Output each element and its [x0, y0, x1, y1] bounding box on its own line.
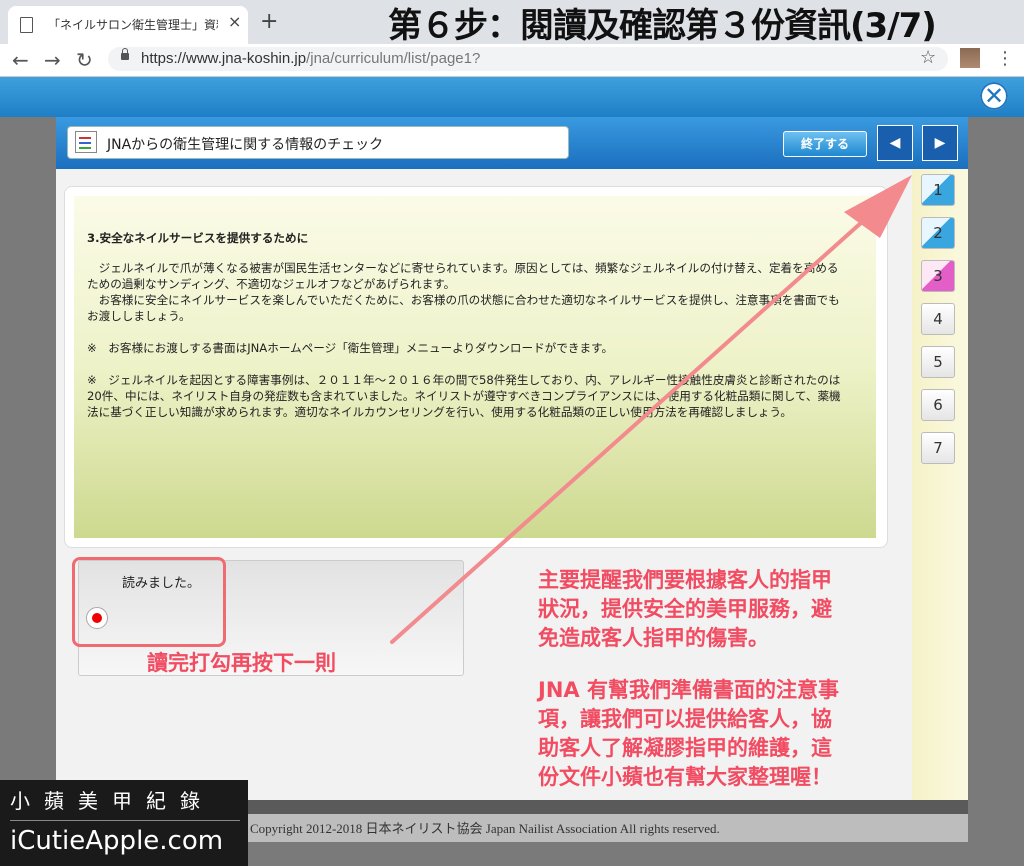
annotation-line-1: 主要提醒我們要根據客人的指甲 [538, 568, 832, 592]
annotation-line-6: 助客人了解凝膠指甲的維護，這 [538, 736, 832, 760]
copyright-text: Copyright 2012-2018 日本ネイリスト協会 Japan Nail… [250, 821, 720, 836]
annotation-line-5: 項，讓我們可以提供給客人，協 [538, 707, 832, 731]
annotation-line-4: JNA 有幫我們準備書面的注意事 [538, 678, 839, 702]
watermark-title: 小蘋美甲紀錄 [10, 789, 214, 813]
annotation-line-7: 份文件小蘋也有幫大家整理喔！ [538, 765, 832, 789]
annotation-line-2: 狀況，提供安全的美甲服務，避 [538, 597, 832, 621]
watermark-site: iCutieApple.com [10, 826, 224, 856]
annotation-line-3: 免造成客人指甲的傷害。 [538, 626, 769, 650]
watermark-divider [10, 820, 240, 821]
